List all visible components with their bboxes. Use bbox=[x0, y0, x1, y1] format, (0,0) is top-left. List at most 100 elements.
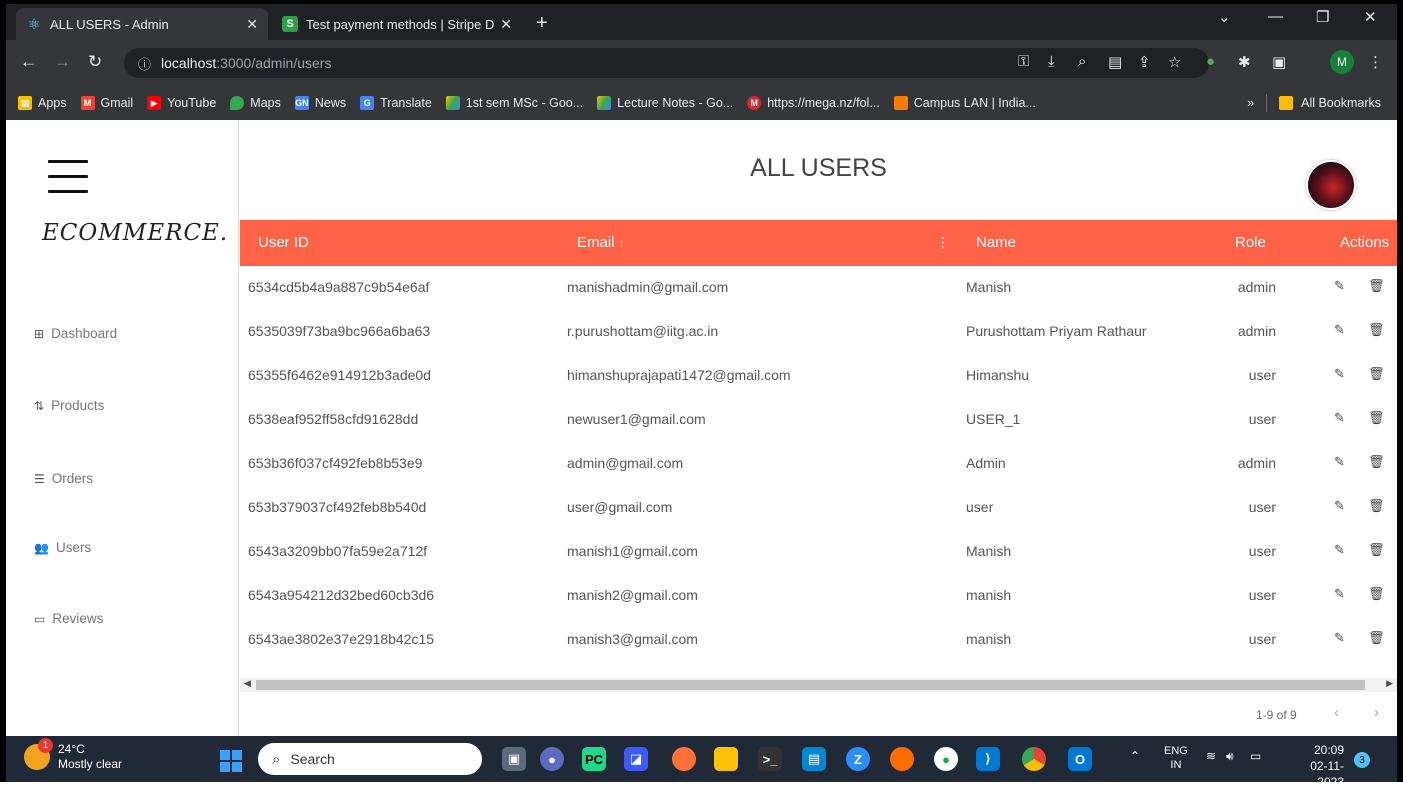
table-row[interactable]: 653b36f037cf492feb8b53e9 admin@gmail.com A… bbox=[240, 442, 1397, 486]
reload-icon[interactable]: ↻ bbox=[88, 52, 102, 72]
outlook-icon[interactable]: O bbox=[1068, 747, 1092, 771]
key-icon[interactable]: ⚿ bbox=[1018, 53, 1029, 70]
table-row[interactable]: 6543ae3802e37e2918b42c15 manish3@gmail.co… bbox=[240, 618, 1397, 662]
clock[interactable]: 20:09 02-11-2023 bbox=[1288, 742, 1344, 790]
edit-icon[interactable]: ✎ bbox=[1334, 278, 1345, 294]
extension-icon[interactable]: ● bbox=[1206, 53, 1215, 70]
sidebar-item-reviews[interactable]: ▭ Reviews bbox=[34, 611, 103, 626]
more-bookmarks-icon[interactable]: » bbox=[1247, 96, 1254, 110]
battery-icon[interactable]: ▭ bbox=[1250, 749, 1261, 763]
tab-search-chevron-icon[interactable]: ⌄ bbox=[1218, 8, 1231, 26]
vscode-icon[interactable]: ⟩ bbox=[976, 747, 1000, 771]
sidebar-item-dashboard[interactable]: ⊞ Dashboard bbox=[34, 326, 117, 341]
language-indicator[interactable]: ENG IN bbox=[1164, 744, 1188, 772]
column-name[interactable]: Name bbox=[976, 234, 1016, 251]
bookmark-campus-lan[interactable]: Campus LAN | India... bbox=[893, 96, 1036, 110]
back-icon[interactable]: ← bbox=[20, 52, 37, 72]
restore-icon[interactable]: ❐ bbox=[1316, 8, 1329, 26]
windows-start-icon[interactable] bbox=[220, 750, 242, 772]
delete-icon[interactable]: 🗑︎ bbox=[1368, 366, 1385, 382]
tab-stripe[interactable]: S Test payment methods | Stripe D ✕ bbox=[272, 8, 522, 40]
zoom-icon[interactable]: ⌕ bbox=[1078, 53, 1086, 70]
edit-icon[interactable]: ✎ bbox=[1334, 542, 1345, 558]
table-row[interactable]: 6543a954212d32bed60cb3d6 manish2@gmail.co… bbox=[240, 574, 1397, 618]
new-tab-icon[interactable]: + bbox=[536, 12, 548, 35]
puzzle-icon[interactable]: ✱ bbox=[1238, 53, 1251, 71]
address-bar[interactable]: ⓘ localhost :3000/admin/users bbox=[124, 48, 1209, 78]
bookmark-apps[interactable]: ▦ Apps bbox=[18, 96, 67, 110]
horizontal-scrollbar[interactable]: ◀ ▶ bbox=[240, 678, 1397, 692]
all-bookmarks-button[interactable]: All Bookmarks bbox=[1301, 96, 1381, 110]
bookmark-gmail[interactable]: M Gmail bbox=[80, 96, 133, 110]
table-row[interactable]: 6538eaf952ff58cfd91628dd newuser1@gmail.c… bbox=[240, 398, 1397, 442]
install-icon[interactable]: ⤓ bbox=[1048, 53, 1055, 70]
bookmark-drive-1[interactable]: 1st sem MSc - Goo... bbox=[445, 96, 583, 110]
share-icon[interactable]: ⇪ bbox=[1138, 53, 1151, 71]
edit-icon[interactable]: ✎ bbox=[1334, 498, 1345, 514]
sort-arrow-icon[interactable]: ↑ bbox=[619, 236, 625, 250]
bookmark-drive-2[interactable]: Lecture Notes - Go... bbox=[597, 96, 733, 110]
star-icon[interactable]: ☆ bbox=[1168, 53, 1181, 71]
bookmark-translate[interactable]: G Translate bbox=[360, 96, 432, 110]
task-view-icon[interactable]: ▣ bbox=[502, 747, 526, 771]
avatar[interactable] bbox=[1306, 160, 1356, 210]
edit-icon[interactable]: ✎ bbox=[1334, 322, 1345, 338]
table-row[interactable]: 6543a3209bb07fa59e2a712f manish1@gmail.co… bbox=[240, 530, 1397, 574]
volume-icon[interactable]: 🔊︎ bbox=[1226, 749, 1234, 764]
prev-page-icon[interactable]: ‹ bbox=[1334, 704, 1339, 721]
menu-kebab-icon[interactable]: ⋮ bbox=[1368, 53, 1383, 71]
forward-icon[interactable]: → bbox=[54, 52, 71, 72]
column-user-id[interactable]: User ID bbox=[258, 234, 309, 251]
delete-icon[interactable]: 🗑︎ bbox=[1368, 586, 1385, 602]
notification-badge[interactable]: 3 bbox=[1354, 752, 1370, 768]
minimize-icon[interactable]: — bbox=[1268, 8, 1283, 25]
scroll-right-icon[interactable]: ▶ bbox=[1386, 678, 1393, 689]
next-page-icon[interactable]: › bbox=[1374, 704, 1379, 721]
chat-icon[interactable]: ● bbox=[540, 747, 564, 771]
delete-icon[interactable]: 🗑︎ bbox=[1368, 630, 1385, 646]
chrome-icon[interactable] bbox=[1022, 747, 1046, 771]
hamburger-menu-icon[interactable] bbox=[48, 160, 88, 196]
column-role[interactable]: Role bbox=[1235, 234, 1266, 251]
delete-icon[interactable]: 🗑︎ bbox=[1368, 498, 1385, 514]
column-email[interactable]: Email ↑ bbox=[577, 234, 625, 251]
profile-avatar[interactable]: M bbox=[1330, 50, 1354, 74]
taskbar-search[interactable]: ⌕ Search bbox=[258, 743, 482, 775]
delete-icon[interactable]: 🗑︎ bbox=[1368, 410, 1385, 426]
zoom-app-icon[interactable]: Z bbox=[846, 747, 870, 771]
delete-icon[interactable]: 🗑︎ bbox=[1368, 278, 1385, 294]
close-tab-icon[interactable]: ✕ bbox=[500, 16, 512, 33]
table-row[interactable]: 6535039f73ba9bc966a6ba63 r.purushottam@ii… bbox=[240, 310, 1397, 354]
scrollbar-thumb[interactable] bbox=[256, 680, 1365, 690]
postman-icon[interactable] bbox=[890, 747, 914, 771]
file-explorer-icon[interactable] bbox=[714, 747, 738, 771]
wifi-icon[interactable]: ≋ bbox=[1206, 749, 1216, 763]
sidebar-item-products[interactable]: ⇅ Products bbox=[34, 398, 104, 413]
close-tab-icon[interactable]: ✕ bbox=[246, 16, 258, 33]
editor-icon[interactable]: ▤ bbox=[802, 747, 826, 771]
edit-icon[interactable]: ✎ bbox=[1334, 586, 1345, 602]
bookmark-mega[interactable]: Mhttps://mega.nz/fol... bbox=[747, 96, 880, 110]
bookmark-maps[interactable]: Maps bbox=[230, 96, 281, 110]
column-menu-icon[interactable]: ⋮ bbox=[936, 234, 950, 251]
table-row[interactable]: 65355f6462e914912b3ade0d himanshuprajapat… bbox=[240, 354, 1397, 398]
sidebar-item-orders[interactable]: ☰ Orders bbox=[34, 471, 93, 486]
edit-icon[interactable]: ✎ bbox=[1334, 454, 1345, 470]
delete-icon[interactable]: 🗑︎ bbox=[1368, 454, 1385, 470]
tab-all-users[interactable]: ⚛ ALL USERS - Admin ✕ bbox=[16, 8, 268, 40]
side-panel-icon[interactable]: ▣ bbox=[1272, 53, 1286, 71]
close-window-icon[interactable]: ✕ bbox=[1364, 8, 1377, 26]
brand-logo[interactable]: ECOMMERCE. bbox=[42, 220, 228, 246]
edit-icon[interactable]: ✎ bbox=[1334, 366, 1345, 382]
table-row[interactable]: 6534cd5b4a9a887c9b54e6af manishadmin@gmai… bbox=[240, 266, 1397, 310]
table-row[interactable]: 653b379037cf492feb8b540d user@gmail.com us… bbox=[240, 486, 1397, 530]
bookmark-youtube[interactable]: ▶ YouTube bbox=[147, 96, 216, 110]
edit-icon[interactable]: ✎ bbox=[1334, 630, 1345, 646]
tray-chevron-icon[interactable]: ⌃ bbox=[1130, 749, 1140, 763]
delete-icon[interactable]: 🗑︎ bbox=[1368, 542, 1385, 558]
bookmark-news[interactable]: GN News bbox=[294, 96, 346, 110]
sidebar-item-users[interactable]: 👥 Users bbox=[34, 540, 91, 555]
app-icon[interactable]: ◪ bbox=[624, 747, 648, 771]
site-info-icon[interactable]: ⓘ bbox=[138, 54, 151, 73]
mongodb-icon[interactable]: ● bbox=[934, 747, 958, 771]
